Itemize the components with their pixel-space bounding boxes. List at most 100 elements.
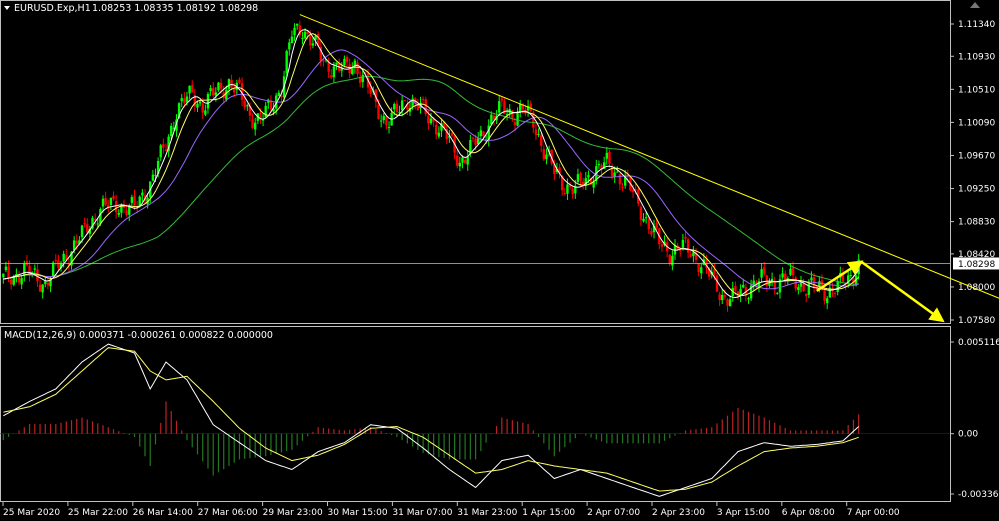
candle-body [164,149,168,152]
candle-body [185,96,189,103]
macd-histogram-bar [170,411,172,434]
candle-body [647,218,650,230]
candle-body [201,103,204,113]
candle-body [198,101,202,104]
candle-body [689,254,692,257]
candle-body [162,144,165,148]
candle-body [96,223,99,225]
macd-histogram-bar [721,419,723,434]
macd-histogram-bar [842,430,844,434]
price-axis-label: 1.08000 [958,283,995,293]
macd-histogram-bar [469,433,471,460]
candle-body [608,151,611,164]
macd-axis-label: 0.005116 [958,338,999,348]
candle-body [233,89,236,93]
candle-body [191,85,194,93]
candle-body [461,157,464,163]
macd-histogram-bar [286,433,288,452]
macd-histogram-bar [700,428,702,434]
candle-body [114,200,118,213]
macd-histogram-bar [679,433,681,434]
macd-histogram-bar [579,433,582,435]
trading-chart[interactable]: 1.11340 1.10930 1.10510 1.10090 1.09670 1.092… [0,0,999,521]
macd-histogram-bar [590,433,592,438]
candle-body [403,100,406,102]
macd-histogram-bar [438,433,440,457]
macd-histogram-bar [391,433,393,435]
macd-histogram-bar [637,433,639,444]
macd-histogram-bar [564,433,566,448]
candle-body [4,266,8,271]
candle-body [805,293,808,297]
macd-histogram-bar [228,433,230,466]
macd-histogram-bar [663,433,666,441]
candle-body [728,299,732,307]
candle-body [571,189,574,195]
macd-histogram-bar [653,433,655,444]
candle-body [159,145,162,158]
candle-body [309,36,312,46]
candle-body [713,269,716,275]
macd-histogram-bar [490,433,492,435]
candle-body [537,134,540,136]
candle-body [400,100,404,111]
candle-body [330,75,333,78]
macd-histogram-bar [307,433,309,437]
macd-histogram-bar [816,430,818,434]
macd-histogram-bar [726,415,729,434]
candle-body [377,104,380,120]
macd-histogram-bar [280,433,283,453]
candle-body [277,92,281,97]
price-axis-label: 1.10510 [958,85,995,95]
macd-histogram-bar [485,433,487,443]
candle-body [41,284,44,293]
macd-title: MACD(12,26,9) 0.000371 -0.000261 0.00082… [4,330,273,341]
macd-histogram-bar [275,433,277,454]
candle-body [75,240,78,244]
candle-body [458,162,462,167]
macd-histogram-bar [259,433,262,457]
macd-histogram-bar [60,422,62,434]
candle-body [227,79,231,89]
macd-histogram-bar [102,425,104,434]
candle-body [726,299,729,306]
time-axis-label: 26 Mar 14:00 [133,508,193,518]
macd-histogram-bar [847,425,849,434]
candle-body [54,259,57,261]
candle-body [51,262,55,277]
macd-histogram-bar [112,429,115,434]
macd-histogram-bar [238,433,241,460]
macd-histogram-bar [291,433,293,450]
candle-body [385,117,388,126]
candle-body [466,156,469,165]
macd-histogram-bar [149,433,151,466]
candle-body [301,38,304,40]
candle-body [23,263,26,276]
macd-histogram-bar [23,427,25,434]
macd-histogram-bar [202,433,204,462]
macd-histogram-bar [585,433,587,436]
candle-body [479,130,483,137]
price-axis-label: 1.11340 [958,20,995,30]
candle-body [99,209,102,224]
macd-histogram-bar [747,411,750,434]
candle-body [311,43,315,46]
candle-body [44,281,47,284]
macd-histogram-bar [742,409,744,434]
macd-histogram-bar [223,433,225,470]
candle-body [295,23,299,26]
time-axis-label: 6 Apr 08:00 [782,508,835,518]
candle-body [681,239,685,248]
candle-body [542,148,546,160]
macd-histogram-bar [217,433,220,473]
candle-body [214,92,218,96]
candle-body [427,115,430,124]
candle-body [463,159,467,164]
macd-histogram-bar [28,424,31,434]
macd-histogram-bar [181,430,183,434]
macd-histogram-bar [427,433,429,455]
macd-histogram-bar [642,433,645,444]
macd-histogram-bar [569,433,571,443]
candle-body [429,118,433,124]
candle-body [230,79,233,88]
